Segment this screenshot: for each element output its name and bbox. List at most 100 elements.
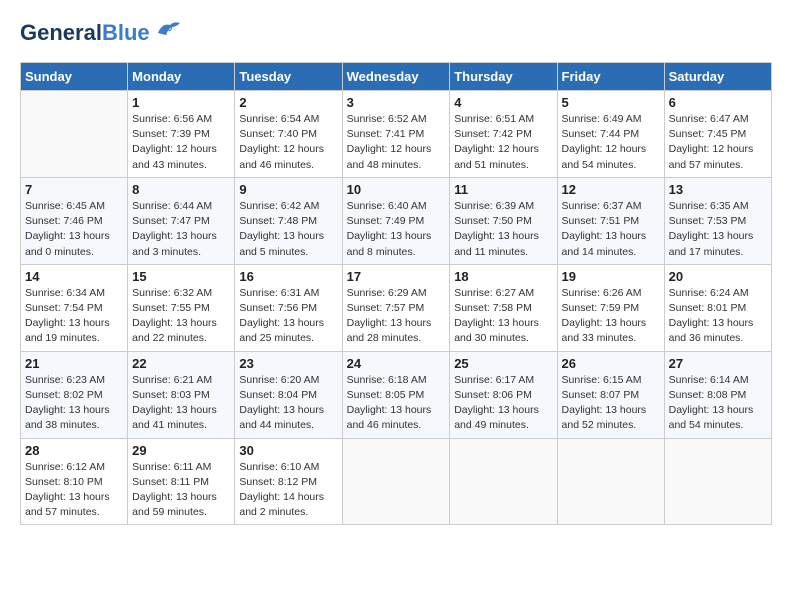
day-number: 24 <box>347 356 446 371</box>
day-info: Sunrise: 6:47 AM Sunset: 7:45 PM Dayligh… <box>669 112 767 173</box>
day-info: Sunrise: 6:11 AM Sunset: 8:11 PM Dayligh… <box>132 460 230 521</box>
day-info: Sunrise: 6:40 AM Sunset: 7:49 PM Dayligh… <box>347 199 446 260</box>
calendar-cell: 4 Sunrise: 6:51 AM Sunset: 7:42 PM Daylig… <box>450 91 557 178</box>
calendar-cell: 14 Sunrise: 6:34 AM Sunset: 7:54 PM Dayli… <box>21 264 128 351</box>
day-number: 13 <box>669 182 767 197</box>
calendar-cell: 1 Sunrise: 6:56 AM Sunset: 7:39 PM Daylig… <box>128 91 235 178</box>
day-header-monday: Monday <box>128 63 235 91</box>
day-number: 21 <box>25 356 123 371</box>
calendar-week-4: 21 Sunrise: 6:23 AM Sunset: 8:02 PM Dayli… <box>21 351 772 438</box>
calendar-cell: 28 Sunrise: 6:12 AM Sunset: 8:10 PM Dayli… <box>21 438 128 525</box>
day-number: 14 <box>25 269 123 284</box>
day-info: Sunrise: 6:37 AM Sunset: 7:51 PM Dayligh… <box>562 199 660 260</box>
calendar-cell: 12 Sunrise: 6:37 AM Sunset: 7:51 PM Dayli… <box>557 177 664 264</box>
day-number: 28 <box>25 443 123 458</box>
calendar-cell: 7 Sunrise: 6:45 AM Sunset: 7:46 PM Daylig… <box>21 177 128 264</box>
day-number: 17 <box>347 269 446 284</box>
day-info: Sunrise: 6:24 AM Sunset: 8:01 PM Dayligh… <box>669 286 767 347</box>
calendar-week-3: 14 Sunrise: 6:34 AM Sunset: 7:54 PM Dayli… <box>21 264 772 351</box>
day-number: 19 <box>562 269 660 284</box>
calendar-cell: 16Sunrise: 6:31 AM Sunset: 7:56 PM Dayli… <box>235 264 342 351</box>
calendar-cell: 13 Sunrise: 6:35 AM Sunset: 7:53 PM Dayli… <box>664 177 771 264</box>
calendar-cell <box>21 91 128 178</box>
day-number: 4 <box>454 95 552 110</box>
day-number: 25 <box>454 356 552 371</box>
calendar-cell: 19 Sunrise: 6:26 AM Sunset: 7:59 PM Dayli… <box>557 264 664 351</box>
day-info: Sunrise: 6:21 AM Sunset: 8:03 PM Dayligh… <box>132 373 230 434</box>
day-header-friday: Friday <box>557 63 664 91</box>
calendar-cell: 5 Sunrise: 6:49 AM Sunset: 7:44 PM Daylig… <box>557 91 664 178</box>
day-info: Sunrise: 6:42 AM Sunset: 7:48 PM Dayligh… <box>239 199 337 260</box>
day-number: 27 <box>669 356 767 371</box>
calendar-cell: 26Sunrise: 6:15 AM Sunset: 8:07 PM Dayli… <box>557 351 664 438</box>
day-header-sunday: Sunday <box>21 63 128 91</box>
day-number: 20 <box>669 269 767 284</box>
day-info: Sunrise: 6:29 AM Sunset: 7:57 PM Dayligh… <box>347 286 446 347</box>
day-number: 18 <box>454 269 552 284</box>
calendar-cell: 23 Sunrise: 6:20 AM Sunset: 8:04 PM Dayli… <box>235 351 342 438</box>
calendar-cell: 24 Sunrise: 6:18 AM Sunset: 8:05 PM Dayli… <box>342 351 450 438</box>
logo-text: GeneralBlue <box>20 20 150 46</box>
day-info: Sunrise: 6:44 AM Sunset: 7:47 PM Dayligh… <box>132 199 230 260</box>
day-info: Sunrise: 6:52 AM Sunset: 7:41 PM Dayligh… <box>347 112 446 173</box>
calendar-cell: 17 Sunrise: 6:29 AM Sunset: 7:57 PM Dayli… <box>342 264 450 351</box>
calendar-week-5: 28 Sunrise: 6:12 AM Sunset: 8:10 PM Dayli… <box>21 438 772 525</box>
calendar-cell: 3Sunrise: 6:52 AM Sunset: 7:41 PM Daylig… <box>342 91 450 178</box>
day-info: Sunrise: 6:56 AM Sunset: 7:39 PM Dayligh… <box>132 112 230 173</box>
day-info: Sunrise: 6:10 AM Sunset: 8:12 PM Dayligh… <box>239 460 337 521</box>
day-number: 12 <box>562 182 660 197</box>
calendar-cell: 11Sunrise: 6:39 AM Sunset: 7:50 PM Dayli… <box>450 177 557 264</box>
calendar-body: 1 Sunrise: 6:56 AM Sunset: 7:39 PM Daylig… <box>21 91 772 525</box>
day-info: Sunrise: 6:31 AM Sunset: 7:56 PM Dayligh… <box>239 286 337 347</box>
calendar-cell: 2Sunrise: 6:54 AM Sunset: 7:40 PM Daylig… <box>235 91 342 178</box>
day-number: 1 <box>132 95 230 110</box>
day-info: Sunrise: 6:20 AM Sunset: 8:04 PM Dayligh… <box>239 373 337 434</box>
calendar-cell: 21 Sunrise: 6:23 AM Sunset: 8:02 PM Dayli… <box>21 351 128 438</box>
day-info: Sunrise: 6:51 AM Sunset: 7:42 PM Dayligh… <box>454 112 552 173</box>
calendar-cell: 29 Sunrise: 6:11 AM Sunset: 8:11 PM Dayli… <box>128 438 235 525</box>
calendar-cell: 10 Sunrise: 6:40 AM Sunset: 7:49 PM Dayli… <box>342 177 450 264</box>
calendar-cell: 18 Sunrise: 6:27 AM Sunset: 7:58 PM Dayli… <box>450 264 557 351</box>
calendar-cell: 15 Sunrise: 6:32 AM Sunset: 7:55 PM Dayli… <box>128 264 235 351</box>
day-info: Sunrise: 6:34 AM Sunset: 7:54 PM Dayligh… <box>25 286 123 347</box>
day-header-thursday: Thursday <box>450 63 557 91</box>
day-number: 11 <box>454 182 552 197</box>
calendar-cell: 20 Sunrise: 6:24 AM Sunset: 8:01 PM Dayli… <box>664 264 771 351</box>
day-number: 7 <box>25 182 123 197</box>
calendar-cell: 27Sunrise: 6:14 AM Sunset: 8:08 PM Dayli… <box>664 351 771 438</box>
calendar-cell <box>664 438 771 525</box>
calendar-cell: 8 Sunrise: 6:44 AM Sunset: 7:47 PM Daylig… <box>128 177 235 264</box>
day-number: 29 <box>132 443 230 458</box>
calendar-cell: 22 Sunrise: 6:21 AM Sunset: 8:03 PM Dayli… <box>128 351 235 438</box>
page-header: GeneralBlue <box>20 20 772 46</box>
calendar-cell <box>450 438 557 525</box>
day-number: 10 <box>347 182 446 197</box>
day-number: 23 <box>239 356 337 371</box>
day-number: 8 <box>132 182 230 197</box>
calendar-table: SundayMondayTuesdayWednesdayThursdayFrid… <box>20 62 772 525</box>
day-header-tuesday: Tuesday <box>235 63 342 91</box>
day-info: Sunrise: 6:49 AM Sunset: 7:44 PM Dayligh… <box>562 112 660 173</box>
day-info: Sunrise: 6:26 AM Sunset: 7:59 PM Dayligh… <box>562 286 660 347</box>
day-info: Sunrise: 6:45 AM Sunset: 7:46 PM Dayligh… <box>25 199 123 260</box>
calendar-cell: 6 Sunrise: 6:47 AM Sunset: 7:45 PM Daylig… <box>664 91 771 178</box>
day-number: 22 <box>132 356 230 371</box>
day-info: Sunrise: 6:27 AM Sunset: 7:58 PM Dayligh… <box>454 286 552 347</box>
calendar-cell <box>557 438 664 525</box>
day-info: Sunrise: 6:35 AM Sunset: 7:53 PM Dayligh… <box>669 199 767 260</box>
calendar-cell: 9Sunrise: 6:42 AM Sunset: 7:48 PM Daylig… <box>235 177 342 264</box>
day-number: 30 <box>239 443 337 458</box>
day-info: Sunrise: 6:18 AM Sunset: 8:05 PM Dayligh… <box>347 373 446 434</box>
day-number: 6 <box>669 95 767 110</box>
day-info: Sunrise: 6:12 AM Sunset: 8:10 PM Dayligh… <box>25 460 123 521</box>
day-header-saturday: Saturday <box>664 63 771 91</box>
logo-bird-icon <box>154 19 182 41</box>
day-number: 15 <box>132 269 230 284</box>
calendar-cell: 30 Sunrise: 6:10 AM Sunset: 8:12 PM Dayli… <box>235 438 342 525</box>
calendar-week-1: 1 Sunrise: 6:56 AM Sunset: 7:39 PM Daylig… <box>21 91 772 178</box>
day-number: 5 <box>562 95 660 110</box>
day-info: Sunrise: 6:23 AM Sunset: 8:02 PM Dayligh… <box>25 373 123 434</box>
logo: GeneralBlue <box>20 20 182 46</box>
day-info: Sunrise: 6:32 AM Sunset: 7:55 PM Dayligh… <box>132 286 230 347</box>
day-info: Sunrise: 6:54 AM Sunset: 7:40 PM Dayligh… <box>239 112 337 173</box>
